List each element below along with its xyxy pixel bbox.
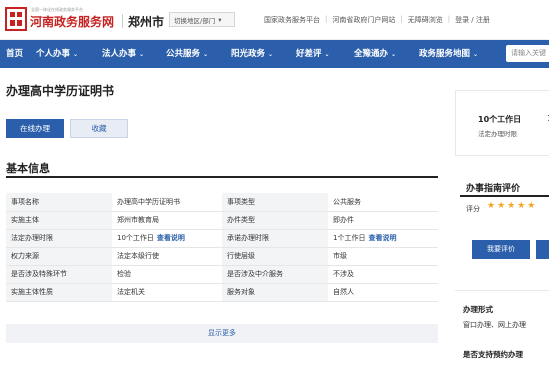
nav-item-sunshine[interactable]: 阳光政务 ⌄ [231,40,273,68]
show-more-button[interactable]: 显示更多 [6,324,438,343]
field-label: 办件类型 [222,211,328,230]
apply-online-button[interactable]: 在线办理 [6,119,64,138]
basic-info-table: 事项名称 办理高中学历证明书 事项类型 公共服务 实施主体 郑州市教育局 办件类… [6,193,438,302]
link-province-portal[interactable]: 河南省政府门户网站 [332,15,395,25]
handling-form-title: 办理形式 [463,305,493,314]
current-city: 郑州市 [128,15,165,29]
table-row: 法定办理时限 10个工作日 查看说明 承诺办理时限 1个工作日 查看说明 [6,229,438,248]
chevron-down-icon: ⌄ [391,51,397,58]
field-label: 法定办理时限 [6,229,112,248]
field-label: 服务对象 [222,283,328,302]
field-label: 行使层级 [222,247,328,266]
section-divider [6,176,438,178]
site-name[interactable]: 河南政务服务网 [30,13,114,30]
link-separator: | [325,15,328,23]
field-value: 不涉及 [328,265,438,284]
field-value: 郑州市教育局 [112,211,222,230]
table-row: 权力来源 法定本级行使 行使层级 市级 [6,247,438,266]
table-row: 是否涉及特殊环节 检验 是否涉及中介服务 不涉及 [6,265,438,284]
header-divider [122,14,123,28]
field-label: 是否涉及特殊环节 [6,265,112,284]
time-limit-card: 10个工作日 法定办理时限 1 [455,90,549,156]
site-logo-icon[interactable] [5,7,27,31]
field-value: 即办件 [328,211,438,230]
link-separator: | [400,15,403,23]
field-value: 检验 [112,265,222,284]
field-label: 是否涉及中介服务 [222,265,328,284]
nav-item-home[interactable]: 首页 [6,40,23,68]
field-value: 市级 [328,247,438,266]
evaluate-button[interactable]: 我要评价 [472,240,530,259]
search-input[interactable]: 请输入关键 [506,45,549,62]
field-value: 自然人 [328,283,438,302]
field-label: 实施主体 [6,211,112,230]
main-nav: 首页 个人办事 ⌄ 法人办事 ⌄ 公共服务 ⌄ 阳光政务 ⌄ 好差评 ⌄ 全豫通办 ⌄ 政务… [0,40,549,68]
field-label: 承诺办理时限 [222,229,328,248]
evaluation-title: 办事指南评价 [466,184,521,194]
nav-item-personal[interactable]: 个人办事 ⌄ [36,40,78,68]
field-label: 实施主体性质 [6,283,112,302]
time-limit-value: 10个工作日 [478,115,522,124]
link-separator: | [447,15,451,23]
field-value: 法定本级行使 [112,247,222,266]
appointment-support-title: 是否支持预约办理 [463,350,523,359]
chevron-down-icon: ⌄ [473,51,479,58]
time-limit-label: 法定办理时限 [478,130,517,138]
field-label: 事项类型 [222,193,328,212]
view-note-link[interactable]: 查看说明 [368,234,396,242]
field-value: 公共服务 [328,193,438,212]
caret-down-icon: ▾ [218,15,222,24]
link-accessibility[interactable]: 无障碍浏览 [408,15,443,25]
chevron-down-icon: ⌄ [268,51,274,58]
evaluation-divider [460,195,549,197]
top-header: 全国一体化在线政务服务平台 河南政务服务网 郑州市 切换地区/部门 ▾ 国家政务… [0,0,549,40]
chevron-down-icon: ⌄ [73,51,79,58]
view-note-link[interactable]: 查看说明 [157,234,185,242]
chevron-down-icon: ⌄ [203,51,209,58]
field-label: 权力来源 [6,247,112,266]
sidebar-divider [455,290,549,291]
nav-item-service-map[interactable]: 政务服务地图 ⌄ [419,40,478,68]
nav-item-legal-person[interactable]: 法人办事 ⌄ [102,40,144,68]
page-title: 办理高中学历证明书 [6,84,115,98]
field-value-with-link: 10个工作日 查看说明 [112,229,222,248]
chevron-down-icon: ⌄ [139,51,145,58]
field-value: 法定机关 [112,283,222,302]
section-title-basic-info: 基本信息 [6,162,50,175]
field-value-with-link: 1个工作日 查看说明 [328,229,438,248]
nav-item-henan-service[interactable]: 全豫通办 ⌄ [354,40,396,68]
score-label: 评分 [466,205,480,213]
rating-stars-icon[interactable]: ★★★★★ [487,201,537,211]
switch-region-button[interactable]: 切换地区/部门 ▾ [169,12,235,27]
nav-item-rating[interactable]: 好差评 ⌄ [296,40,330,68]
table-row: 实施主体性质 法定机关 服务对象 自然人 [6,283,438,302]
field-value: 办理高中学历证明书 [112,193,222,212]
favorite-button[interactable]: 收藏 [70,119,128,138]
top-links: 国家政务服务平台 | 河南省政府门户网站 | 无障碍浏览 | 登录 / 注册 [264,15,490,25]
table-row: 实施主体 郑州市教育局 办件类型 即办件 [6,211,438,230]
secondary-evaluate-button[interactable] [536,240,549,259]
nav-item-public-service[interactable]: 公共服务 ⌄ [166,40,208,68]
link-national-platform[interactable]: 国家政务服务平台 [264,15,320,25]
link-login-register[interactable]: 登录 / 注册 [455,15,490,25]
handling-form-value: 窗口办理、网上办理 [463,321,526,329]
field-label: 事项名称 [6,193,112,212]
table-row: 事项名称 办理高中学历证明书 事项类型 公共服务 [6,193,438,212]
chevron-down-icon: ⌄ [324,51,330,58]
switch-region-label: 切换地区/部门 [174,16,216,25]
